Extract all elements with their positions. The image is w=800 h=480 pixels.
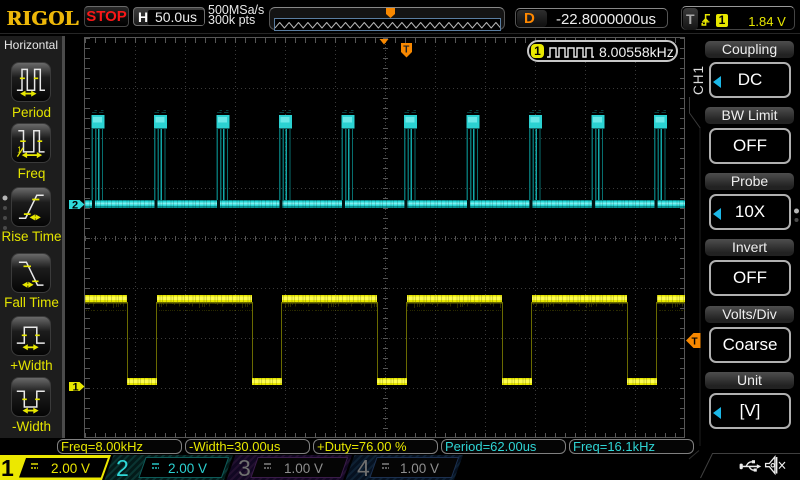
svg-text:1.00 V: 1.00 V <box>400 461 439 476</box>
svg-text:T: T <box>692 337 698 348</box>
svg-text:2.00 V: 2.00 V <box>51 461 90 476</box>
svg-text:T: T <box>403 45 409 56</box>
svg-text:1.00 V: 1.00 V <box>284 461 323 476</box>
svg-text:4: 4 <box>357 455 370 480</box>
svg-text:2: 2 <box>72 200 78 212</box>
svg-text:2.00 V: 2.00 V <box>168 461 207 476</box>
svg-text:1: 1 <box>73 382 79 394</box>
svg-text:1: 1 <box>1 455 14 480</box>
svg-text:3: 3 <box>238 455 251 480</box>
svg-text:2: 2 <box>116 455 129 480</box>
